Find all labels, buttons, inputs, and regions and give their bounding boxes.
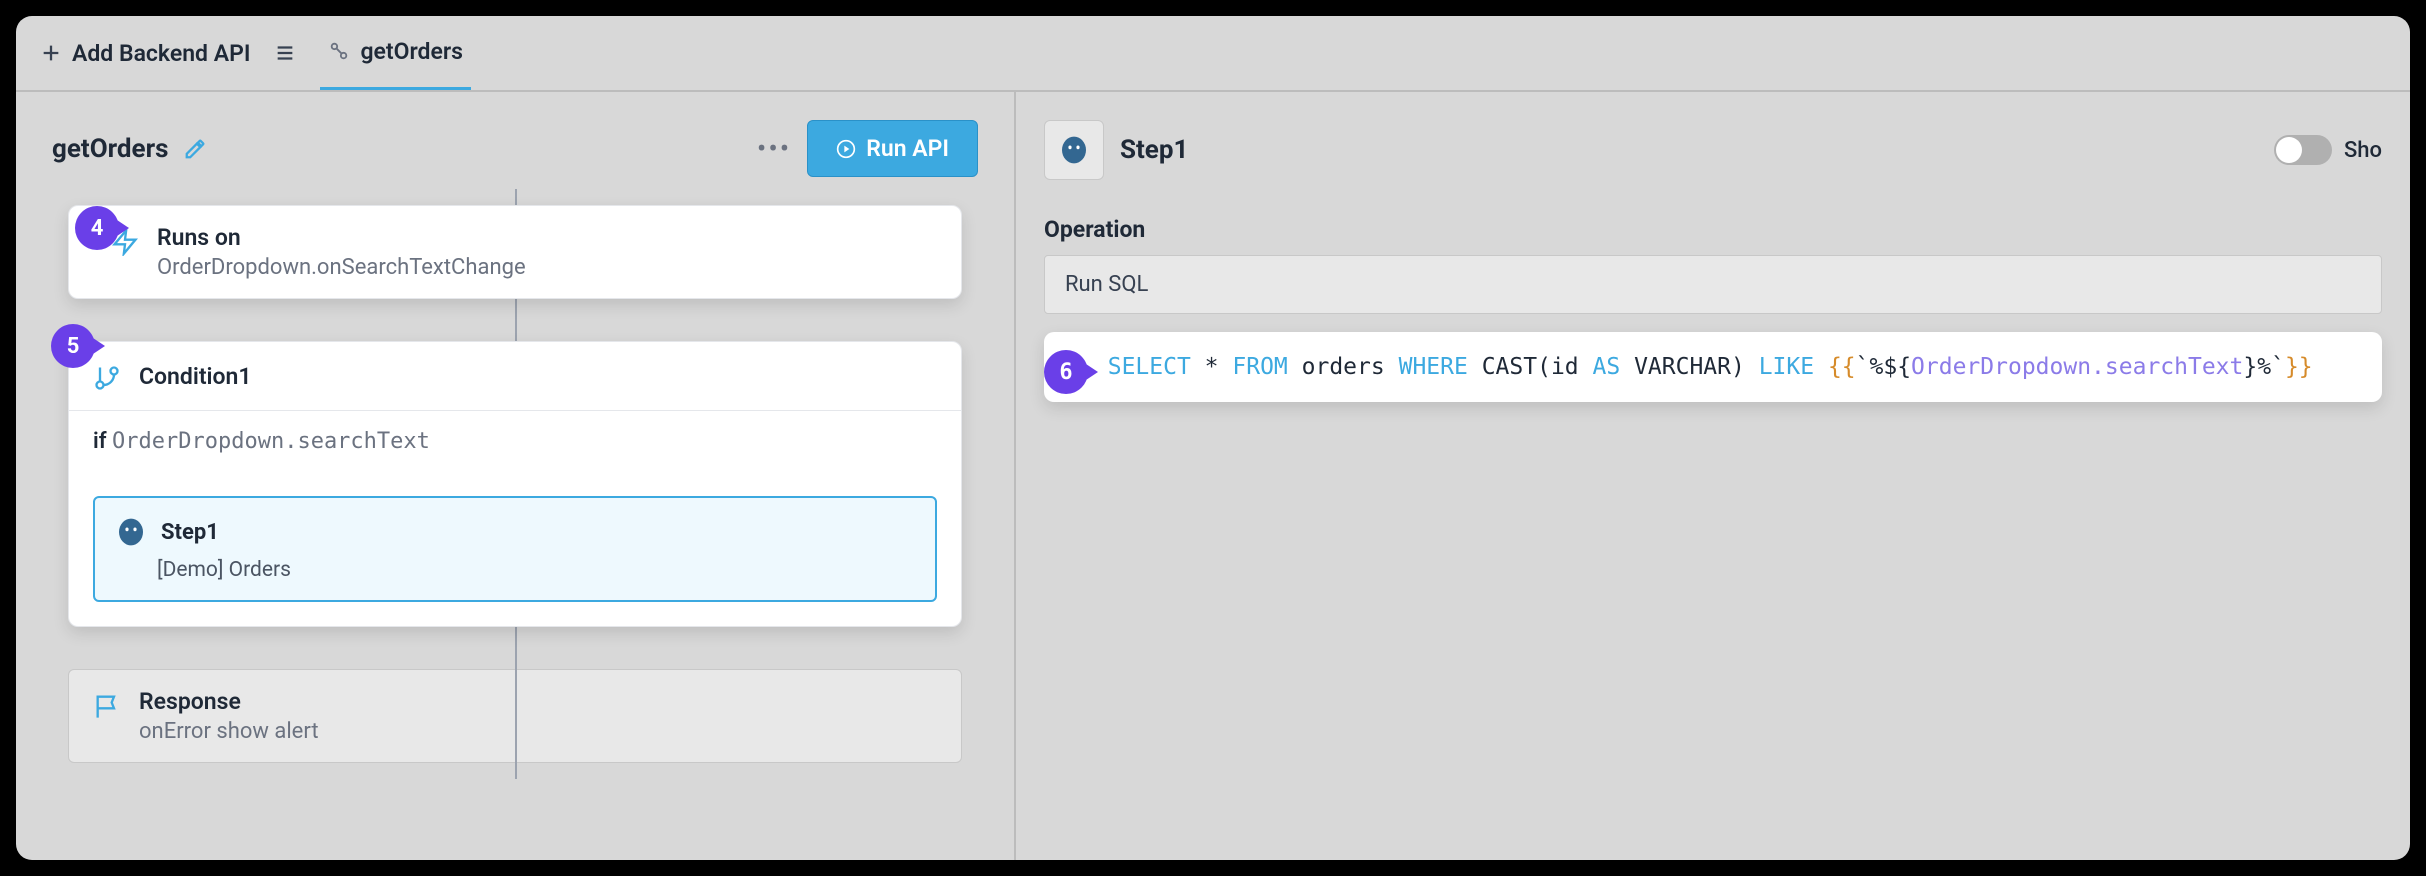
- flag-icon: [93, 692, 121, 720]
- toolbar: Add Backend API getOrders: [16, 16, 2410, 90]
- response-title: Response: [139, 688, 319, 715]
- plus-icon: [40, 42, 62, 64]
- show-toggle[interactable]: [2274, 135, 2332, 165]
- workflow-icon: [328, 40, 350, 62]
- step-subtitle: [Demo] Orders: [115, 558, 915, 582]
- runs-on-title: Runs on: [157, 224, 526, 251]
- condition-card[interactable]: 5 Condition1 if OrderDropdown.searchText…: [68, 341, 962, 627]
- run-button-label: Run API: [866, 135, 949, 162]
- condition-expression: if OrderDropdown.searchText: [69, 410, 961, 472]
- more-menu[interactable]: •••: [757, 132, 791, 165]
- step-title: Step1: [161, 520, 219, 545]
- tab-getorders[interactable]: getOrders: [320, 16, 471, 91]
- response-subtitle: onError show alert: [139, 719, 319, 744]
- runs-on-subtitle: OrderDropdown.onSearchTextChange: [157, 255, 526, 280]
- datasource-icon-box[interactable]: [1044, 120, 1104, 180]
- flow-container: 4 Runs on OrderDropdown.onSearchTextChan…: [32, 189, 998, 779]
- run-api-button[interactable]: Run API: [807, 120, 978, 177]
- left-panel-header: getOrders ••• Run API: [32, 108, 998, 189]
- step-badge-4: 4: [75, 206, 119, 250]
- add-backend-api-label: Add Backend API: [72, 40, 250, 67]
- operation-select[interactable]: Run SQL: [1044, 255, 2382, 314]
- postgres-icon: [1058, 134, 1090, 166]
- sql-editor[interactable]: 6 1 SELECT * FROM orders WHERE CAST(id A…: [1044, 332, 2382, 402]
- condition-header: Condition1: [69, 342, 961, 410]
- right-step-title: Step1: [1120, 135, 1188, 165]
- condition-step-card[interactable]: Step1 [Demo] Orders: [93, 496, 937, 602]
- left-panel: getOrders ••• Run API 4 Runs on: [16, 90, 1016, 860]
- runs-on-card[interactable]: 4 Runs on OrderDropdown.onSearchTextChan…: [68, 205, 962, 299]
- toggle-knob: [2276, 137, 2302, 163]
- add-backend-api-button[interactable]: Add Backend API: [40, 40, 250, 67]
- api-title: getOrders: [52, 134, 168, 164]
- edit-icon[interactable]: [184, 138, 206, 160]
- operation-label: Operation: [1032, 192, 2394, 255]
- play-icon: [836, 139, 856, 159]
- toggle-label: Sho: [2344, 138, 2382, 163]
- branch-icon: [93, 364, 121, 392]
- postgres-icon: [115, 516, 147, 548]
- step-badge-5: 5: [51, 324, 95, 368]
- menu-icon[interactable]: [274, 42, 296, 64]
- right-panel: Step1 Sho Operation Run SQL 6 1 SELECT *…: [1016, 90, 2410, 860]
- right-panel-header: Step1 Sho: [1032, 108, 2394, 192]
- tab-label: getOrders: [360, 38, 463, 65]
- condition-title: Condition1: [139, 363, 252, 390]
- app-window: Add Backend API getOrders getOrders ••• …: [16, 16, 2410, 860]
- main-content: getOrders ••• Run API 4 Runs on: [16, 90, 2410, 860]
- step-badge-6: 6: [1044, 350, 1088, 394]
